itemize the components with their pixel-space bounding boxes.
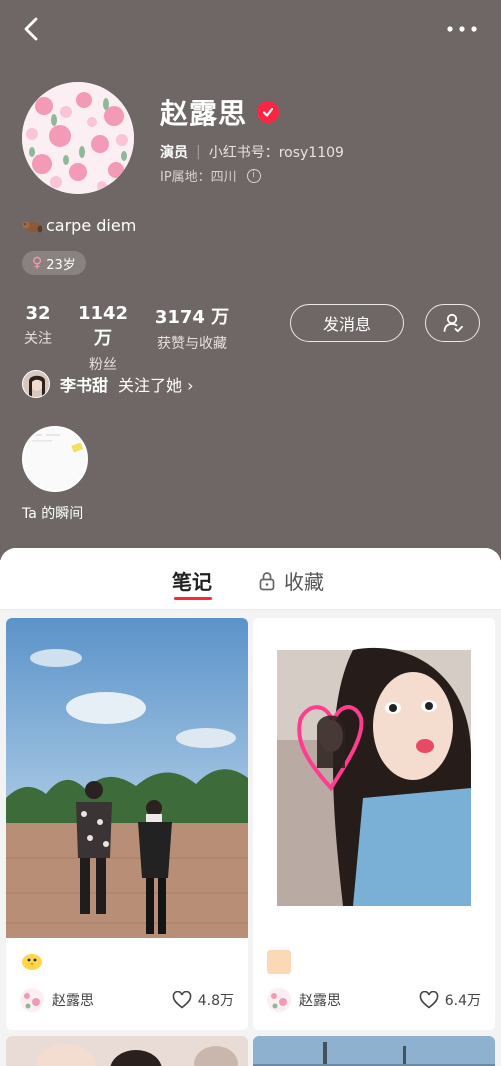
lock-icon [259,571,275,590]
note-cover-image [6,618,248,938]
heart-icon [419,991,439,1009]
bio-text: carpe diem [46,216,137,235]
note-cover-image [253,1036,495,1066]
mutual-follow-row[interactable]: 李书甜 关注了她 › [22,370,194,398]
author-avatar [267,988,291,1012]
heart-icon [172,991,192,1009]
like-count[interactable]: 4.8万 [172,990,234,1010]
moment-thumbnail[interactable] [22,426,88,492]
tab-bar: 笔记 收藏 [0,548,501,610]
friend-avatar [22,370,50,398]
ip-location: IP属地：四川 [160,170,237,185]
tab-favorites[interactable]: 收藏 [258,566,324,595]
account-id: 小红书号：rosy1109 [208,145,344,161]
avatar[interactable] [22,82,134,194]
note-author[interactable]: 赵露思 [267,988,341,1012]
note-footer: 赵露思 6.4万 [267,988,481,1012]
more-dots-icon[interactable] [445,18,479,40]
stat-likes-num: 3174 万 [154,307,230,328]
friend-name: 李书甜 [60,376,109,395]
tab-favorites-label: 收藏 [284,570,324,594]
tab-notes[interactable]: 笔记 [172,566,212,595]
chick-emoji-icon [22,954,42,970]
beaver-emoji-icon [22,221,42,232]
age-badge: ♀ 23岁 [22,251,86,275]
author-avatar [20,988,44,1012]
profile-name: 赵露思 [160,97,248,130]
like-count-value: 6.4万 [444,993,481,1009]
note-card[interactable] [6,1036,248,1066]
note-cover-image [6,1036,248,1066]
author-name: 赵露思 [52,993,94,1009]
author-name: 赵露思 [299,993,341,1009]
send-message-button[interactable]: 发消息 [290,304,404,342]
moment-label: Ta 的瞬间 [22,506,84,522]
meta-row: 演员 | 小红书号：rosy1109 [160,142,344,162]
stat-following-label: 关注 [24,331,52,347]
meta-separator: | [196,144,201,160]
note-cover-image [253,618,495,938]
ip-row: IP属地：四川 i [160,166,261,185]
stat-fans-num: 1142 万 [77,303,129,349]
note-footer: 赵露思 4.8万 [20,988,234,1012]
tab-active-indicator [174,597,212,600]
note-author[interactable]: 赵露思 [20,988,94,1012]
bio: carpe diem [22,216,136,235]
note-card[interactable]: 赵露思 4.8万 [6,618,248,1030]
stat-following[interactable]: 32 关注 [22,303,54,348]
name-row: 赵露思 [160,92,280,132]
note-card[interactable]: 赵露思 6.4万 [253,618,495,1030]
age-text: 23岁 [46,257,76,273]
like-count[interactable]: 6.4万 [419,990,481,1010]
content-panel: 笔记 收藏 赵露思 4.8万 赵露思 6.4万 [0,548,501,1066]
back-arrow-icon[interactable] [18,14,46,44]
follow-button[interactable] [425,304,480,342]
stat-fans[interactable]: 1142 万 粉丝 [66,303,140,374]
stat-likes[interactable]: 3174 万 获赞与收藏 [152,303,232,353]
info-icon[interactable]: i [246,168,261,183]
role-label: 演员 [160,145,188,161]
stat-likes-label: 获赞与收藏 [157,336,227,352]
stat-following-num: 32 [25,303,51,324]
friend-action-text: 关注了她 › [118,376,194,395]
profile-header: 赵露思 演员 | 小红书号：rosy1109 IP属地：四川 i carpe d… [0,0,501,560]
verified-icon [257,101,280,123]
like-count-value: 4.8万 [197,993,234,1009]
note-emoji-icon [267,950,291,974]
note-card[interactable] [253,1036,495,1066]
female-icon: ♀ [32,255,43,271]
follow-user-icon [443,313,463,333]
